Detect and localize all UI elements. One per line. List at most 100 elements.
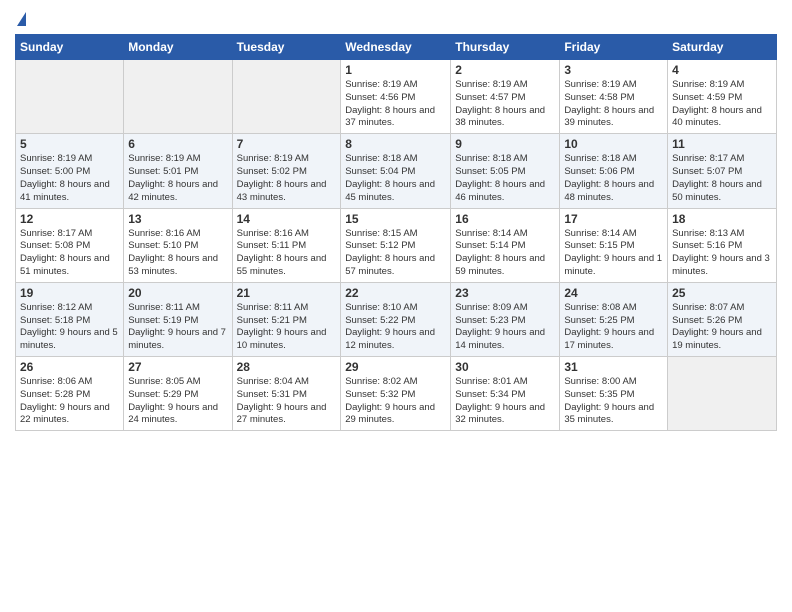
header-cell-wednesday: Wednesday <box>341 35 451 60</box>
week-row-1: 1Sunrise: 8:19 AM Sunset: 4:56 PM Daylig… <box>16 60 777 134</box>
day-info: Sunrise: 8:16 AM Sunset: 5:10 PM Dayligh… <box>128 228 227 279</box>
day-number: 7 <box>237 137 337 151</box>
day-info: Sunrise: 8:18 AM Sunset: 5:05 PM Dayligh… <box>455 153 555 204</box>
day-cell: 17 Sunrise: 8:14 AM Sunset: 5:15 PM Dayli… <box>560 208 668 282</box>
day-info: Sunrise: 8:14 AM Sunset: 5:14 PM Dayligh… <box>455 228 555 279</box>
day-info: Sunrise: 8:16 AM Sunset: 5:11 PM Dayligh… <box>237 228 337 279</box>
day-number: 27 <box>128 360 227 374</box>
day-info: Sunrise: 8:01 AM Sunset: 5:34 PM Dayligh… <box>455 376 555 427</box>
day-cell <box>124 60 232 134</box>
header-cell-tuesday: Tuesday <box>232 35 341 60</box>
day-cell: 23 Sunrise: 8:09 AM Sunset: 5:23 PM Dayli… <box>451 282 560 356</box>
logo-triangle-icon <box>17 12 26 26</box>
day-info: Sunrise: 8:19 AM Sunset: 4:59 PM Dayligh… <box>672 79 772 130</box>
week-row-2: 5 Sunrise: 8:19 AM Sunset: 5:00 PM Daylig… <box>16 134 777 208</box>
day-info: Sunrise: 8:10 AM Sunset: 5:22 PM Dayligh… <box>345 302 446 353</box>
day-number: 1 <box>345 63 446 77</box>
day-cell <box>16 60 124 134</box>
header-cell-thursday: Thursday <box>451 35 560 60</box>
day-cell: 12 Sunrise: 8:17 AM Sunset: 5:08 PM Dayli… <box>16 208 124 282</box>
day-info: Sunrise: 8:18 AM Sunset: 5:06 PM Dayligh… <box>564 153 663 204</box>
calendar-header-row: SundayMondayTuesdayWednesdayThursdayFrid… <box>16 35 777 60</box>
day-number: 31 <box>564 360 663 374</box>
day-cell: 27 Sunrise: 8:05 AM Sunset: 5:29 PM Dayli… <box>124 357 232 431</box>
day-info: Sunrise: 8:08 AM Sunset: 5:25 PM Dayligh… <box>564 302 663 353</box>
header-cell-monday: Monday <box>124 35 232 60</box>
day-cell: 14 Sunrise: 8:16 AM Sunset: 5:11 PM Dayli… <box>232 208 341 282</box>
day-info: Sunrise: 8:06 AM Sunset: 5:28 PM Dayligh… <box>20 376 119 427</box>
day-cell: 30 Sunrise: 8:01 AM Sunset: 5:34 PM Dayli… <box>451 357 560 431</box>
day-number: 23 <box>455 286 555 300</box>
day-number: 18 <box>672 212 772 226</box>
day-cell: 15 Sunrise: 8:15 AM Sunset: 5:12 PM Dayli… <box>341 208 451 282</box>
day-number: 17 <box>564 212 663 226</box>
day-number: 16 <box>455 212 555 226</box>
day-cell <box>232 60 341 134</box>
day-info: Sunrise: 8:05 AM Sunset: 5:29 PM Dayligh… <box>128 376 227 427</box>
day-cell: 29Sunrise: 8:02 AM Sunset: 5:32 PM Dayli… <box>341 357 451 431</box>
day-cell: 22Sunrise: 8:10 AM Sunset: 5:22 PM Dayli… <box>341 282 451 356</box>
header-cell-saturday: Saturday <box>668 35 777 60</box>
day-cell: 24 Sunrise: 8:08 AM Sunset: 5:25 PM Dayli… <box>560 282 668 356</box>
day-cell <box>668 357 777 431</box>
day-cell: 1Sunrise: 8:19 AM Sunset: 4:56 PM Daylig… <box>341 60 451 134</box>
day-number: 15 <box>345 212 446 226</box>
day-number: 30 <box>455 360 555 374</box>
header-cell-sunday: Sunday <box>16 35 124 60</box>
day-number: 3 <box>564 63 663 77</box>
day-info: Sunrise: 8:17 AM Sunset: 5:08 PM Dayligh… <box>20 228 119 279</box>
day-number: 24 <box>564 286 663 300</box>
day-cell: 4 Sunrise: 8:19 AM Sunset: 4:59 PM Daylig… <box>668 60 777 134</box>
day-info: Sunrise: 8:19 AM Sunset: 5:00 PM Dayligh… <box>20 153 119 204</box>
day-number: 29 <box>345 360 446 374</box>
week-row-3: 12 Sunrise: 8:17 AM Sunset: 5:08 PM Dayli… <box>16 208 777 282</box>
day-number: 28 <box>237 360 337 374</box>
day-number: 12 <box>20 212 119 226</box>
week-row-5: 26 Sunrise: 8:06 AM Sunset: 5:28 PM Dayli… <box>16 357 777 431</box>
day-cell: 16 Sunrise: 8:14 AM Sunset: 5:14 PM Dayli… <box>451 208 560 282</box>
day-info: Sunrise: 8:15 AM Sunset: 5:12 PM Dayligh… <box>345 228 446 279</box>
day-info: Sunrise: 8:09 AM Sunset: 5:23 PM Dayligh… <box>455 302 555 353</box>
day-cell: 10 Sunrise: 8:18 AM Sunset: 5:06 PM Dayli… <box>560 134 668 208</box>
day-cell: 20 Sunrise: 8:11 AM Sunset: 5:19 PM Dayli… <box>124 282 232 356</box>
day-cell: 2 Sunrise: 8:19 AM Sunset: 4:57 PM Daylig… <box>451 60 560 134</box>
day-number: 8 <box>345 137 446 151</box>
day-cell: 31 Sunrise: 8:00 AM Sunset: 5:35 PM Dayli… <box>560 357 668 431</box>
day-cell: 8 Sunrise: 8:18 AM Sunset: 5:04 PM Daylig… <box>341 134 451 208</box>
day-cell: 11 Sunrise: 8:17 AM Sunset: 5:07 PM Dayli… <box>668 134 777 208</box>
day-number: 21 <box>237 286 337 300</box>
day-number: 11 <box>672 137 772 151</box>
day-number: 14 <box>237 212 337 226</box>
day-cell: 6Sunrise: 8:19 AM Sunset: 5:01 PM Daylig… <box>124 134 232 208</box>
header-cell-friday: Friday <box>560 35 668 60</box>
day-info: Sunrise: 8:11 AM Sunset: 5:21 PM Dayligh… <box>237 302 337 353</box>
day-number: 5 <box>20 137 119 151</box>
day-cell: 5 Sunrise: 8:19 AM Sunset: 5:00 PM Daylig… <box>16 134 124 208</box>
day-number: 2 <box>455 63 555 77</box>
day-number: 26 <box>20 360 119 374</box>
day-info: Sunrise: 8:17 AM Sunset: 5:07 PM Dayligh… <box>672 153 772 204</box>
day-info: Sunrise: 8:19 AM Sunset: 5:02 PM Dayligh… <box>237 153 337 204</box>
day-info: Sunrise: 8:11 AM Sunset: 5:19 PM Dayligh… <box>128 302 227 353</box>
day-number: 20 <box>128 286 227 300</box>
day-number: 10 <box>564 137 663 151</box>
day-info: Sunrise: 8:00 AM Sunset: 5:35 PM Dayligh… <box>564 376 663 427</box>
day-cell: 21 Sunrise: 8:11 AM Sunset: 5:21 PM Dayli… <box>232 282 341 356</box>
week-row-4: 19Sunrise: 8:12 AM Sunset: 5:18 PM Dayli… <box>16 282 777 356</box>
day-cell: 19Sunrise: 8:12 AM Sunset: 5:18 PM Dayli… <box>16 282 124 356</box>
day-info: Sunrise: 8:07 AM Sunset: 5:26 PM Dayligh… <box>672 302 772 353</box>
day-cell: 13 Sunrise: 8:16 AM Sunset: 5:10 PM Dayli… <box>124 208 232 282</box>
day-info: Sunrise: 8:18 AM Sunset: 5:04 PM Dayligh… <box>345 153 446 204</box>
day-cell: 26 Sunrise: 8:06 AM Sunset: 5:28 PM Dayli… <box>16 357 124 431</box>
day-number: 13 <box>128 212 227 226</box>
day-number: 6 <box>128 137 227 151</box>
day-number: 25 <box>672 286 772 300</box>
day-info: Sunrise: 8:19 AM Sunset: 4:58 PM Dayligh… <box>564 79 663 130</box>
day-cell: 18Sunrise: 8:13 AM Sunset: 5:16 PM Dayli… <box>668 208 777 282</box>
day-cell: 25 Sunrise: 8:07 AM Sunset: 5:26 PM Dayli… <box>668 282 777 356</box>
day-number: 4 <box>672 63 772 77</box>
day-info: Sunrise: 8:04 AM Sunset: 5:31 PM Dayligh… <box>237 376 337 427</box>
day-info: Sunrise: 8:19 AM Sunset: 4:57 PM Dayligh… <box>455 79 555 130</box>
day-info: Sunrise: 8:14 AM Sunset: 5:15 PM Dayligh… <box>564 228 663 279</box>
header <box>15 10 777 28</box>
